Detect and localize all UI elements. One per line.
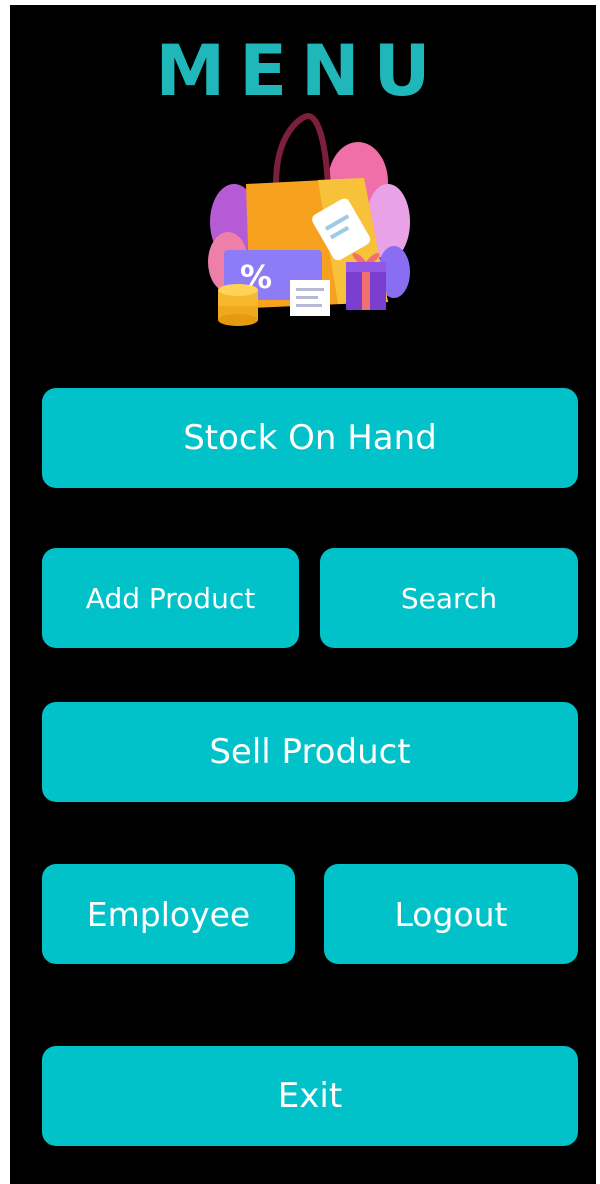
logout-button[interactable]: Logout: [324, 864, 578, 964]
employee-button[interactable]: Employee: [42, 864, 295, 964]
shopping-bag-illustration: %: [208, 112, 410, 326]
exit-button[interactable]: Exit: [42, 1046, 578, 1146]
page-title: MENU: [155, 30, 445, 112]
search-button[interactable]: Search: [320, 548, 578, 648]
sell-product-button[interactable]: Sell Product: [42, 702, 578, 802]
add-product-button[interactable]: Add Product: [42, 548, 299, 648]
stock-on-hand-button[interactable]: Stock On Hand: [42, 388, 578, 488]
